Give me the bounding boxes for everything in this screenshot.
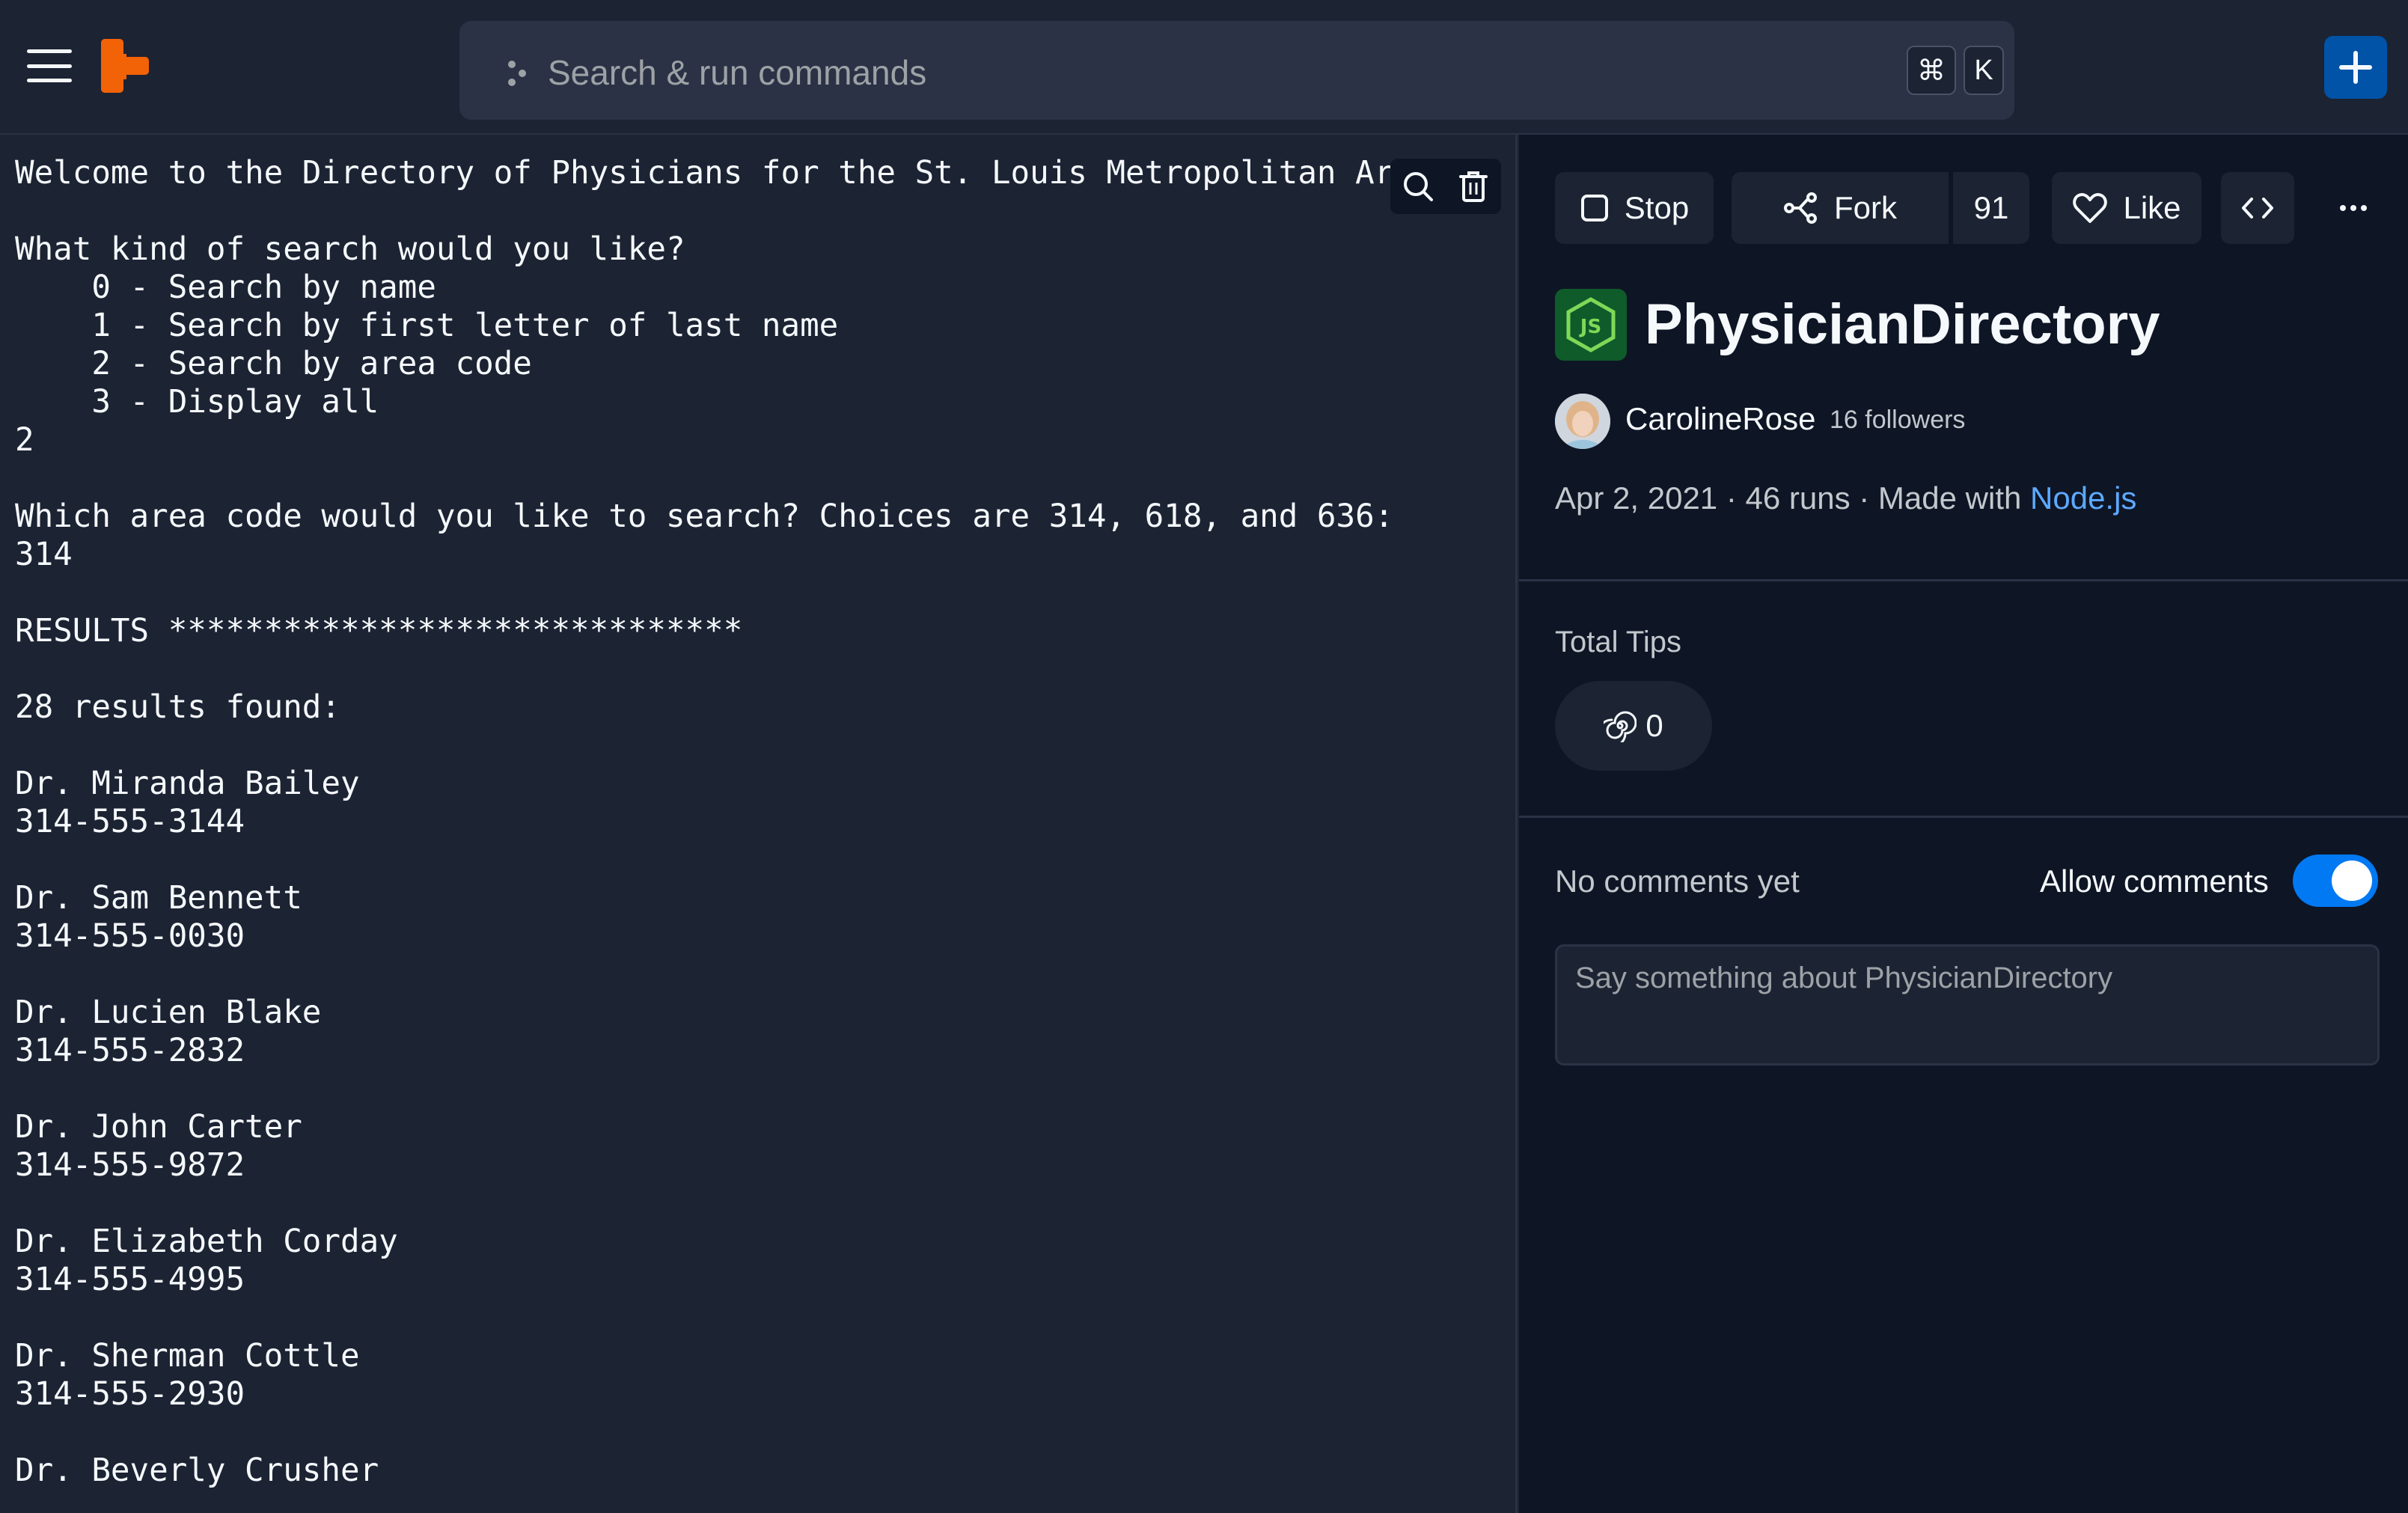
console-line: Dr. Miranda Bailey xyxy=(15,765,360,802)
console-line: 3 - Display all xyxy=(15,384,379,421)
console-output[interactable]: Welcome to the Directory of Physicians f… xyxy=(0,135,1518,1513)
console-line: Dr. Sherman Cottle xyxy=(15,1338,360,1375)
console-line: 314-555-3144 xyxy=(15,804,245,840)
fork-icon xyxy=(1784,192,1817,224)
clear-console-button[interactable] xyxy=(1454,167,1493,206)
create-button[interactable] xyxy=(2324,36,2387,99)
comment-input[interactable] xyxy=(1555,944,2380,1066)
shortcut-k-key: K xyxy=(1964,46,2004,95)
console-toolbar xyxy=(1390,159,1501,214)
console-line: Which area code would you like to search… xyxy=(15,498,1394,535)
repl-info-panel: Stop Fork 91 Like JS PhysicianDirectory … xyxy=(1519,135,2408,1513)
author-name[interactable]: CarolineRose xyxy=(1625,401,1815,437)
menu-icon[interactable] xyxy=(27,49,72,82)
created-date: Apr 2, 2021 xyxy=(1555,480,1718,516)
tips-count: 0 xyxy=(1645,708,1663,743)
console-line: 314-555-0030 xyxy=(15,918,245,955)
console-line: 314-555-9872 xyxy=(15,1147,245,1184)
like-label: Like xyxy=(2123,190,2181,225)
run-count: 46 runs xyxy=(1745,480,1851,516)
console-line: 314-555-2832 xyxy=(15,1033,245,1069)
console-line: Welcome to the Directory of Physicians f… xyxy=(15,155,1432,192)
console-line: 0 - Search by name xyxy=(15,269,436,306)
console-line: Dr. Elizabeth Corday xyxy=(15,1223,398,1260)
console-line: 2 - Search by area code xyxy=(15,346,532,382)
command-dots-icon xyxy=(508,61,526,86)
svg-text:JS: JS xyxy=(1579,316,1601,338)
stop-icon xyxy=(1580,195,1608,221)
search-icon xyxy=(1404,172,1433,201)
fork-count[interactable]: 91 xyxy=(1953,172,2029,244)
console-line: 1 - Search by first letter of last name xyxy=(15,308,839,344)
more-options-button[interactable] xyxy=(2320,172,2387,244)
author-avatar[interactable] xyxy=(1555,394,1610,449)
language-link[interactable]: Node.js xyxy=(2030,480,2136,516)
console-line: 314-555-2930 xyxy=(15,1376,245,1413)
console-line: What kind of search would you like? xyxy=(15,231,685,268)
fork-label: Fork xyxy=(1834,190,1897,225)
console-line: Dr. Beverly Crusher xyxy=(15,1452,379,1489)
fork-button[interactable]: Fork xyxy=(1732,172,1949,244)
console-line: Dr. John Carter xyxy=(15,1109,302,1146)
console-line: Dr. Sam Bennett xyxy=(15,880,302,917)
heart-icon xyxy=(2073,193,2108,223)
stop-label: Stop xyxy=(1624,190,1690,225)
replit-logo[interactable] xyxy=(99,39,151,94)
allow-comments-label: Allow comments xyxy=(2040,864,2269,899)
console-line: 314-555-4995 xyxy=(15,1262,245,1298)
plus-icon xyxy=(2339,51,2372,84)
follower-count: 16 followers xyxy=(1830,406,1966,434)
divider xyxy=(1519,579,2408,581)
stop-button[interactable]: Stop xyxy=(1555,172,1714,244)
tips-button[interactable]: 0 xyxy=(1555,681,1712,771)
console-search-button[interactable] xyxy=(1399,167,1437,206)
repl-meta: Apr 2, 2021 · 46 runs · Made with Node.j… xyxy=(1555,480,2137,516)
nodejs-icon: JS xyxy=(1555,289,1627,361)
console-line: 314 xyxy=(15,537,73,573)
console-line: 2 xyxy=(15,422,34,459)
like-button[interactable]: Like xyxy=(2052,172,2201,244)
cycles-spiral-icon xyxy=(1604,711,1637,742)
console-text: Welcome to the Directory of Physicians f… xyxy=(15,154,1431,1490)
search-placeholder: Search & run commands xyxy=(548,53,927,92)
repl-title: PhysicianDirectory xyxy=(1645,293,2160,356)
allow-comments-toggle[interactable] xyxy=(2293,855,2378,907)
console-line: RESULTS ****************************** xyxy=(15,613,743,649)
ellipsis-icon xyxy=(2340,205,2367,211)
console-line: 28 results found: xyxy=(15,689,340,726)
shortcut-cmd-key: ⌘ xyxy=(1907,46,1956,95)
divider xyxy=(1519,816,2408,818)
embed-code-button[interactable] xyxy=(2221,172,2294,244)
tips-label: Total Tips xyxy=(1555,626,1681,658)
trash-icon xyxy=(1459,171,1488,202)
top-bar: Search & run commands ⌘ K xyxy=(0,0,2408,135)
code-icon xyxy=(2242,198,2273,218)
command-search-bar[interactable]: Search & run commands ⌘ K xyxy=(459,21,2014,120)
comments-status: No comments yet xyxy=(1555,864,1800,899)
made-with-label: Made with xyxy=(1877,480,2022,516)
console-line: Dr. Lucien Blake xyxy=(15,994,322,1031)
